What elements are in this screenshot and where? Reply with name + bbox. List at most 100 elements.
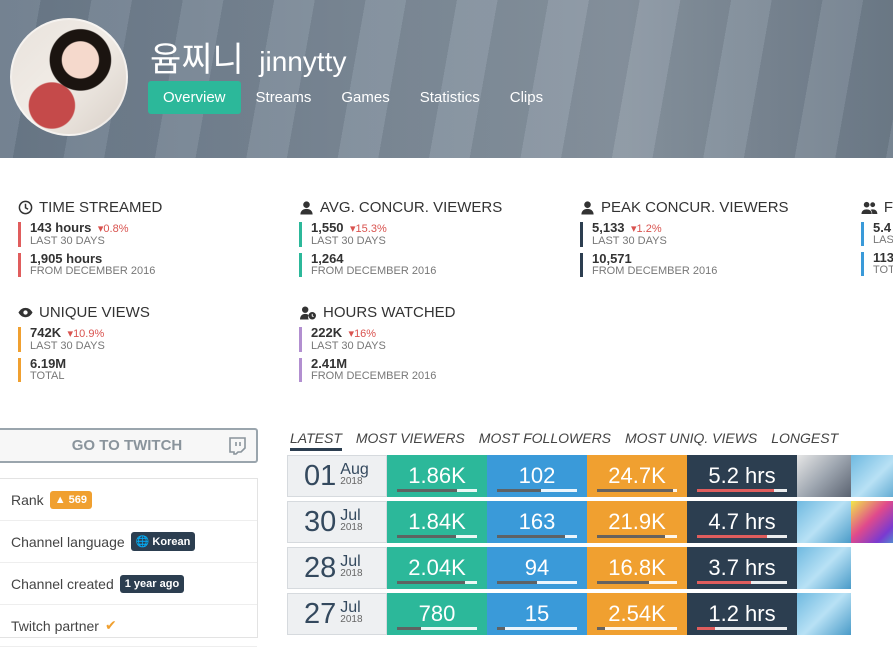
stream-date: 01 Aug 2018 xyxy=(287,455,387,497)
duration-cell: 3.7 hrs xyxy=(687,547,797,589)
channel-info-card: Rank ▲ 569 Channel language 🌐 Korean Cha… xyxy=(0,478,258,647)
metric-bar-fill xyxy=(697,627,715,630)
metric-bar xyxy=(697,627,787,630)
stream-day: 28 xyxy=(304,551,337,584)
metric-value: 5.2 hrs xyxy=(708,463,776,488)
game-thumbnail[interactable] xyxy=(797,547,851,589)
tab-clips[interactable]: Clips xyxy=(495,81,558,114)
stat-period: LAST 30 DAYS xyxy=(311,235,386,247)
channel-title: 윰찌니 jinnytty xyxy=(150,32,346,81)
metric-bar-fill xyxy=(597,627,605,630)
channel-nav: Overview Streams Games Statistics Clips xyxy=(148,81,558,114)
tab-overview[interactable]: Overview xyxy=(148,81,241,114)
tab-statistics[interactable]: Statistics xyxy=(405,81,495,114)
followers-cell: 94 xyxy=(487,547,587,589)
avg-viewers-cell: 1.84K xyxy=(387,501,487,543)
stat-period: FROM DECEMBER 2016 xyxy=(592,265,718,277)
views-cell: 21.9K xyxy=(587,501,687,543)
stream-row[interactable]: 30 Jul 2018 1.84K 163 21.9K 4.7 hrs xyxy=(287,501,893,543)
stream-row[interactable]: 28 Jul 2018 2.04K 94 16.8K 3.7 hrs xyxy=(287,547,851,589)
duration-cell: 4.7 hrs xyxy=(687,501,797,543)
metric-value: 780 xyxy=(418,601,456,626)
game-thumbnail[interactable] xyxy=(851,455,893,497)
tab-most-uniq-views[interactable]: MOST UNIQ. VIEWS xyxy=(625,430,757,451)
metric-bar-fill xyxy=(697,535,768,538)
stream-date: 28 Jul 2018 xyxy=(287,547,387,589)
views-cell: 2.54K xyxy=(587,593,687,635)
metric-bar xyxy=(597,489,677,492)
partner-label: Twitch partner xyxy=(11,617,99,634)
clock-icon xyxy=(18,200,33,215)
metric-bar-fill xyxy=(397,489,457,492)
stat-title: TIME STREAMED xyxy=(39,199,163,216)
metric-bar xyxy=(397,581,477,584)
stat-title: HOURS WATCHED xyxy=(323,304,456,321)
stream-row[interactable]: 27 Jul 2018 780 15 2.54K 1.2 hrs xyxy=(287,593,851,635)
metric-bar xyxy=(397,535,477,538)
metric-bar xyxy=(397,627,477,630)
created-badge: 1 year ago xyxy=(119,574,185,593)
stat-change: ▾16% xyxy=(348,328,377,340)
rank-label: Rank xyxy=(11,491,44,508)
stat-hours-watched: HOURS WATCHED 222K ▾16% LAST 30 DAYS 2.4… xyxy=(299,304,456,382)
stat-value: 5,133 xyxy=(592,220,625,235)
stat-period: LAS xyxy=(873,234,893,246)
tab-latest[interactable]: LATEST xyxy=(290,430,342,451)
tab-streams[interactable]: Streams xyxy=(241,81,327,114)
metric-bar-fill xyxy=(497,581,537,584)
stat-value: 1,550 xyxy=(311,220,344,235)
stat-followers: F 5.4 LAS 113 TOT xyxy=(861,199,893,276)
stream-row[interactable]: 01 Aug 2018 1.86K 102 24.7K 5.2 hrs xyxy=(287,455,893,497)
metric-value: 1.86K xyxy=(408,463,466,488)
stream-date: 30 Jul 2018 xyxy=(287,501,387,543)
tab-games[interactable]: Games xyxy=(326,81,404,114)
tab-longest[interactable]: LONGEST xyxy=(771,430,838,451)
game-thumbnail[interactable] xyxy=(797,593,851,635)
stream-tabs: LATEST MOST VIEWERS MOST FOLLOWERS MOST … xyxy=(290,430,838,451)
game-thumbnail[interactable] xyxy=(797,501,851,543)
users-icon xyxy=(861,201,878,215)
avg-viewers-cell: 1.86K xyxy=(387,455,487,497)
tab-most-followers[interactable]: MOST FOLLOWERS xyxy=(479,430,611,451)
metric-value: 4.7 hrs xyxy=(708,509,776,534)
rank-badge: ▲ 569 xyxy=(49,490,92,509)
eye-icon xyxy=(18,307,33,318)
metric-bar xyxy=(597,627,677,630)
avg-viewers-cell: 780 xyxy=(387,593,487,635)
metric-bar-fill xyxy=(397,535,457,538)
go-to-twitch-label: GO TO TWITCH xyxy=(71,437,183,454)
metric-bar-fill xyxy=(697,489,774,492)
check-icon: ✔ xyxy=(104,617,117,633)
tab-most-viewers[interactable]: MOST VIEWERS xyxy=(356,430,465,451)
stat-value: 143 hours xyxy=(30,220,92,235)
stat-change: ▾0.8% xyxy=(97,223,129,235)
stat-period: LAST 30 DAYS xyxy=(30,340,105,352)
game-thumbnail[interactable] xyxy=(851,501,893,543)
followers-cell: 102 xyxy=(487,455,587,497)
stat-period: LAST 30 DAYS xyxy=(311,340,386,352)
stat-period: LAST 30 DAYS xyxy=(30,235,105,247)
metric-bar-fill xyxy=(497,489,541,492)
partner-row: Twitch partner ✔ xyxy=(0,605,257,647)
go-to-twitch-button[interactable]: GO TO TWITCH xyxy=(0,428,258,463)
stream-month: Aug xyxy=(340,461,369,478)
views-cell: 16.8K xyxy=(587,547,687,589)
followers-cell: 163 xyxy=(487,501,587,543)
duration-cell: 1.2 hrs xyxy=(687,593,797,635)
stat-title: F xyxy=(883,199,893,216)
metric-value: 2.04K xyxy=(408,555,466,580)
metric-bar xyxy=(697,489,787,492)
metric-value: 1.2 hrs xyxy=(708,601,776,626)
stat-title: UNIQUE VIEWS xyxy=(39,304,150,321)
game-thumbnail[interactable] xyxy=(797,455,851,497)
followers-cell: 15 xyxy=(487,593,587,635)
channel-login: jinnytty xyxy=(259,46,347,77)
stream-date: 27 Jul 2018 xyxy=(287,593,387,635)
stat-title: PEAK CONCUR. VIEWERS xyxy=(601,199,789,216)
metric-bar xyxy=(497,489,577,492)
stat-avg-viewers: AVG. CONCUR. VIEWERS 1,550 ▾15.3% LAST 3… xyxy=(299,199,502,277)
metric-bar-fill xyxy=(397,627,421,630)
stream-month: Jul xyxy=(340,507,361,524)
stat-value: 10,571 xyxy=(592,251,632,266)
metric-bar-fill xyxy=(597,489,673,492)
